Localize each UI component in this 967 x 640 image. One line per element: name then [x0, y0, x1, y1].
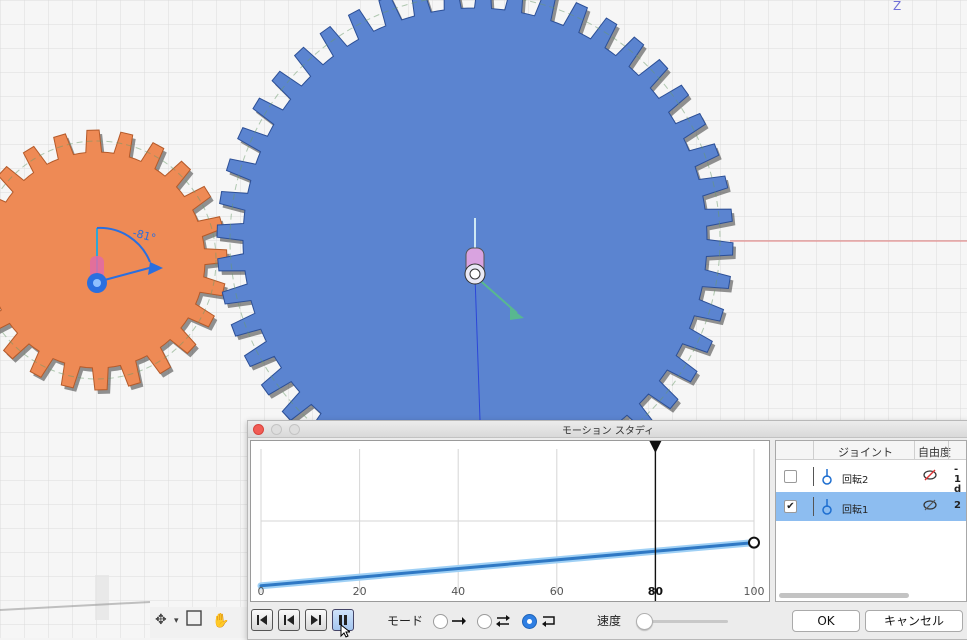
axis-z-label: Z [893, 0, 901, 13]
mode-loop-radio[interactable] [522, 614, 537, 629]
cancel-button[interactable]: キャンセル [865, 610, 963, 632]
x-tick-label: 20 [352, 585, 367, 598]
speed-label: 速度 [597, 614, 622, 628]
series-line [259, 541, 756, 588]
mode-once-radio[interactable] [433, 614, 448, 629]
joint-name: 回転2 [842, 475, 869, 486]
joint-table-header: ジョイント 自由度 [776, 441, 966, 460]
arrow-right-icon [452, 617, 466, 625]
joint-row[interactable]: 回転2 -1 d [776, 462, 966, 495]
x-tick-label: 80 [647, 585, 664, 598]
motion-graph[interactable]: 0 20 40 60 80 100 [250, 440, 770, 602]
speed-slider-knob[interactable] [635, 613, 653, 630]
loop-icon [542, 616, 555, 627]
horizontal-scrollbar[interactable] [779, 593, 909, 598]
joint-name: 回転1 [842, 505, 869, 516]
joint-value[interactable]: -1 d [954, 465, 964, 495]
play-forward-button[interactable] [305, 609, 327, 631]
x-tick-label: 40 [451, 585, 466, 598]
ok-button[interactable]: OK [792, 610, 860, 632]
joint-row[interactable]: ✔ 回転1 2 [776, 492, 966, 521]
pan-icon[interactable]: ✋ [212, 612, 229, 629]
go-to-start-button[interactable] [251, 609, 273, 631]
joint-checkbox[interactable] [784, 470, 797, 483]
swap-arrows-icon [496, 615, 510, 627]
rotation-dof-icon[interactable] [922, 497, 938, 513]
chevron-down-icon[interactable]: ▾ [174, 616, 179, 626]
motion-study-dialog: モーション スタディ 0 20 40 60 80 100 ジョイント 自由度 回転2 - [247, 420, 967, 640]
revolute-joint-icon [822, 499, 832, 515]
mode-label: モード [387, 614, 424, 628]
dialog-titlebar[interactable]: モーション スタディ [248, 421, 967, 438]
keyframe-point [748, 536, 760, 549]
column-joint: ジョイント [838, 446, 893, 459]
column-dof: 自由度 [918, 446, 951, 459]
joint-value[interactable]: 2 [954, 500, 961, 511]
mode-pingpong-radio[interactable] [477, 614, 492, 629]
orbit-icon[interactable]: ✥ [155, 612, 167, 628]
x-tick-label: 0 [257, 585, 265, 598]
play-reverse-button[interactable] [278, 609, 300, 631]
x-tick-label: 60 [549, 585, 564, 598]
joint-table: ジョイント 自由度 回転2 -1 d ✔ 回転1 2 [775, 440, 967, 602]
joint-checkbox[interactable]: ✔ [784, 500, 797, 513]
rotation-dof-icon[interactable] [922, 467, 938, 483]
x-tick-label: 100 [743, 585, 765, 598]
revolute-joint-icon [822, 469, 832, 485]
playhead-marker[interactable] [649, 441, 662, 453]
dialog-title: モーション スタディ [561, 426, 655, 437]
mouse-cursor-icon [340, 624, 350, 638]
